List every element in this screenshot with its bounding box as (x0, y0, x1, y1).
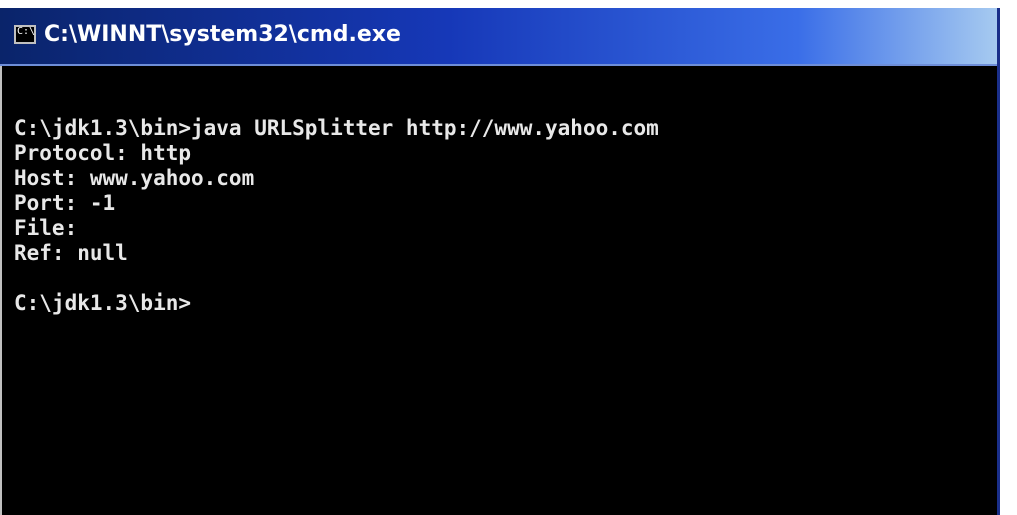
console-icon[interactable]: C:\ (14, 25, 36, 44)
console-line-ref: Ref: null (14, 241, 128, 265)
title-bar[interactable]: C:\ C:\WINNT\system32\cmd.exe (0, 8, 997, 66)
cmd-window[interactable]: C:\ C:\WINNT\system32\cmd.exe C:\jdk1.3\… (0, 8, 1000, 515)
screen: C:\ C:\WINNT\system32\cmd.exe C:\jdk1.3\… (0, 0, 1017, 515)
console-output[interactable]: C:\jdk1.3\bin>java URLSplitter http://ww… (0, 66, 997, 515)
console-line-file: File: (14, 216, 78, 240)
top-strip (0, 0, 1017, 8)
console-line-prompt[interactable]: C:\jdk1.3\bin> (14, 291, 997, 316)
console-line-host: Host: www.yahoo.com (14, 166, 255, 190)
console-line-protocol: Protocol: http (14, 141, 192, 165)
window-title: C:\WINNT\system32\cmd.exe (44, 22, 401, 47)
console-line-command: C:\jdk1.3\bin>java URLSplitter http://ww… (14, 116, 659, 140)
console-line-port: Port: -1 (14, 191, 116, 215)
console-icon-glyph: C:\ (17, 26, 36, 37)
